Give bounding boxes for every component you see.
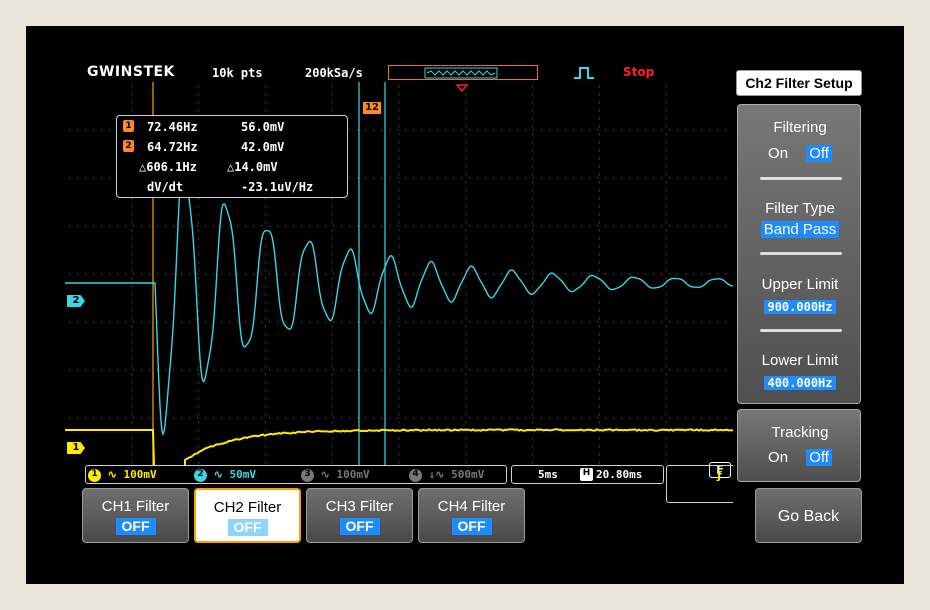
cursor2-badge: 2 (123, 140, 134, 152)
ch4-coupling-icon: ↓∿ (429, 468, 445, 481)
ch1-filter-softkey[interactable]: CH1 Filter OFF (82, 488, 189, 543)
ch4-number: 4 (409, 469, 422, 482)
tracking-off-option[interactable]: Off (806, 449, 832, 466)
lower-limit-field[interactable]: 400.000Hz (738, 374, 862, 391)
run-status: Stop (623, 65, 654, 79)
ch3-coupling-icon: ∿ (321, 468, 330, 481)
tracking-toggle[interactable]: On Off (738, 449, 862, 466)
ch1-info[interactable]: 1 ∿ 100mV (88, 468, 157, 482)
cursor1-frequency: 72.46Hz (147, 120, 198, 134)
filtering-on-option[interactable]: On (768, 145, 788, 162)
trigger-position-icon (457, 85, 467, 91)
ch4-info[interactable]: 4 ↓∿ 500mV (409, 468, 484, 482)
tracking-panel[interactable]: Tracking On Off (737, 409, 861, 482)
record-length: 10k pts (212, 66, 263, 80)
horizontal-position: 20.80ms (596, 468, 642, 481)
sample-rate: 200kSa/s (305, 66, 363, 80)
ch2-filter-value: OFF (228, 519, 268, 536)
trigger-edge-icon (574, 66, 594, 80)
cursor1-voltage: 56.0mV (241, 120, 284, 134)
ch1-number: 1 (88, 469, 101, 482)
upper-limit-value: 900.000Hz (764, 300, 835, 314)
menu-title: Ch2 Filter Setup (736, 70, 862, 96)
menu-options-panel: Filtering On Off Filter Type Band Pass U… (737, 104, 861, 404)
channel-info-bar: 1 ∿ 100mV 2 ∿ 50mV 3 ∿ 100mV 4 ↓∿ 500mV (85, 465, 507, 484)
status-bar: GWINSTEK 10k pts 200kSa/s Stop (65, 64, 733, 82)
ch2-info[interactable]: 2 ∿ 50mV (194, 468, 256, 482)
tracking-on-option[interactable]: On (768, 449, 788, 466)
cursor2-frequency: 64.72Hz (147, 140, 198, 154)
cursor1-badge: 1 (123, 120, 134, 132)
ch1-scale: 100mV (123, 468, 156, 481)
dvdt-label: dV/dt (147, 180, 183, 194)
delta-frequency: △606.1Hz (139, 160, 197, 174)
ch3-number: 3 (301, 469, 314, 482)
ch1-coupling-icon: ∿ (108, 468, 117, 481)
ch1-filter-value: OFF (116, 518, 156, 535)
cursor-position-tag[interactable]: 12 (363, 102, 381, 114)
filter-type-select[interactable]: Band Pass (738, 221, 862, 238)
filtering-label: Filtering (738, 119, 862, 136)
ch3-filter-value: OFF (340, 518, 380, 535)
tracking-label: Tracking (738, 424, 862, 441)
menu-divider (760, 329, 842, 332)
ch3-filter-softkey[interactable]: CH3 Filter OFF (306, 488, 413, 543)
ch4-filter-label: CH4 Filter (419, 498, 524, 515)
dvdt-value: -23.1uV/Hz (241, 180, 313, 194)
trigger-slope-icon: ƒ (717, 469, 722, 482)
timebase-info[interactable]: 5ms H 20.80ms (511, 465, 664, 484)
ch4-filter-value: OFF (452, 518, 492, 535)
ch3-filter-label: CH3 Filter (307, 498, 412, 515)
filter-type-label: Filter Type (738, 200, 862, 217)
ch1-filter-label: CH1 Filter (83, 498, 188, 515)
lower-limit-value: 400.000Hz (764, 376, 835, 390)
cursor2-voltage: 42.0mV (241, 140, 284, 154)
trigger-source: 1 (689, 469, 702, 482)
brand-logo: GWINSTEK (87, 64, 175, 80)
horizontal-position-icon: H (580, 468, 593, 481)
ch2-coupling-icon: ∿ (214, 468, 223, 481)
ch2-filter-softkey[interactable]: CH2 Filter OFF (194, 488, 301, 543)
delta-voltage: △14.0mV (227, 160, 278, 174)
ch4-filter-softkey[interactable]: CH4 Filter OFF (418, 488, 525, 543)
menu-divider (760, 177, 842, 180)
ch2-trace (65, 161, 733, 434)
ch2-scale: 50mV (229, 468, 256, 481)
overview-waveform-icon (389, 66, 539, 81)
upper-limit-label: Upper Limit (738, 276, 862, 293)
memory-overview (388, 65, 538, 80)
waveform-display: 1 72.46Hz 56.0mV 2 64.72Hz 42.0mV △606.1… (65, 82, 733, 466)
lower-limit-label: Lower Limit (738, 352, 862, 369)
ch4-scale: 500mV (451, 468, 484, 481)
ch2-number: 2 (194, 469, 207, 482)
filtering-toggle[interactable]: On Off (738, 145, 862, 162)
cursor-readout: 1 72.46Hz 56.0mV 2 64.72Hz 42.0mV △606.1… (116, 115, 348, 198)
ch1-trace (65, 429, 733, 466)
upper-limit-field[interactable]: 900.000Hz (738, 298, 862, 315)
ch3-info[interactable]: 3 ∿ 100mV (301, 468, 370, 482)
ch3-scale: 100mV (336, 468, 369, 481)
filter-type-value: Band Pass (761, 221, 840, 238)
ch2-filter-label: CH2 Filter (196, 499, 299, 516)
oscilloscope-screen: GWINSTEK 10k pts 200kSa/s Stop 1 72.46Hz (65, 64, 865, 545)
go-back-button[interactable]: Go Back (755, 488, 862, 543)
filtering-off-option[interactable]: Off (806, 145, 832, 162)
filter-setup-menu: Ch2 Filter Setup Filtering On Off Filter… (733, 64, 865, 545)
menu-divider (760, 252, 842, 255)
time-scale: 5ms (538, 468, 558, 481)
